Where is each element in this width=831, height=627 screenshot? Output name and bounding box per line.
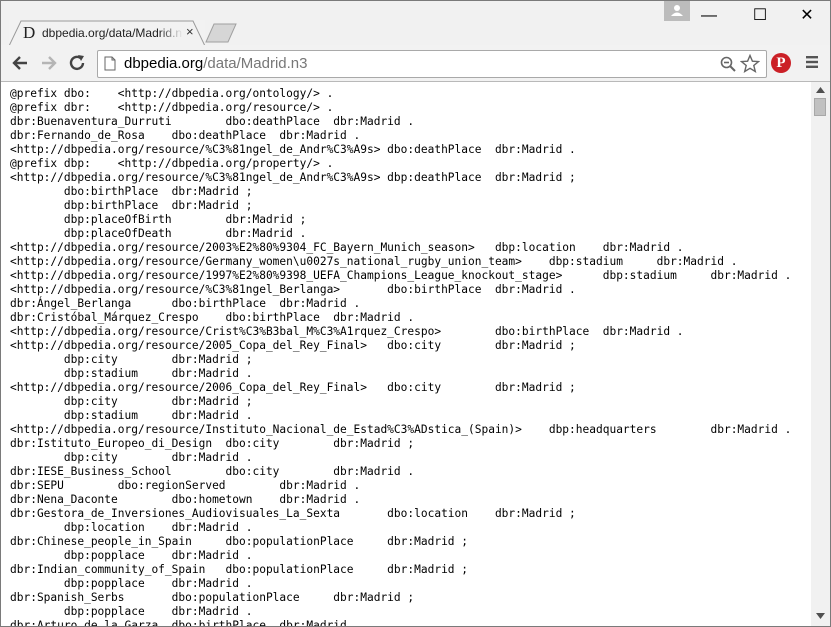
forward-icon[interactable] [39, 53, 59, 73]
page-icon [104, 56, 116, 71]
tab-close-icon[interactable]: × [186, 24, 194, 40]
profile-button[interactable] [664, 1, 690, 21]
scroll-up-arrow-icon[interactable] [816, 87, 825, 93]
n3-line: <http://dbpedia.org/resource/%C3%81ngel_… [10, 283, 576, 296]
menu-icon[interactable] [805, 55, 819, 69]
n3-line: dbr:SEPU dbo:regionServed dbr:Madrid . [10, 479, 361, 492]
url-path: /data/Madrid.n3 [203, 55, 308, 72]
document-content: @prefix dbo: <http://dbpedia.org/ontolog… [1, 82, 811, 626]
star-icon[interactable] [740, 54, 760, 74]
n3-line: dbo:birthPlace dbr:Madrid ; [10, 185, 253, 198]
n3-line: dbr:Gestora_de_Inversiones_Audiovisuales… [10, 507, 576, 520]
scrollbar-thumb[interactable] [814, 98, 826, 116]
n3-line: @prefix dbp: <http://dbpedia.org/propert… [10, 157, 334, 170]
zoom-icon[interactable] [720, 56, 736, 72]
n3-line: <http://dbpedia.org/resource/Instituto_N… [10, 423, 792, 436]
n3-document-text: @prefix dbo: <http://dbpedia.org/ontolog… [10, 87, 791, 626]
n3-line: <http://dbpedia.org/resource/2005_Copa_d… [10, 339, 576, 352]
n3-line: dbp:placeOfDeath dbr:Madrid . [10, 227, 307, 240]
scroll-down-arrow-icon[interactable] [816, 613, 825, 619]
n3-line: <http://dbpedia.org/resource/Germany_wom… [10, 255, 738, 268]
dbpedia-favicon-icon: D [23, 23, 36, 42]
n3-line: dbp:city dbr:Madrid . [10, 451, 253, 464]
n3-line: dbp:stadium dbr:Madrid . [10, 367, 253, 380]
n3-line: dbp:popplace dbr:Madrid . [10, 577, 253, 590]
n3-line: dbp:popplace dbr:Madrid . [10, 549, 253, 562]
n3-line: <http://dbpedia.org/resource/1997%E2%80%… [10, 269, 792, 282]
n3-line: dbp:stadium dbr:Madrid . [10, 409, 253, 422]
active-tab[interactable]: D dbpedia.org/data/Madrid.n3 × [9, 20, 205, 46]
n3-line: <http://dbpedia.org/resource/%C3%81ngel_… [10, 171, 576, 184]
maximize-button[interactable]: ☐ [745, 1, 775, 31]
close-button[interactable]: ✕ [792, 1, 822, 31]
vertical-scrollbar[interactable] [811, 82, 830, 626]
n3-line: dbp:city dbr:Madrid ; [10, 395, 253, 408]
n3-line: dbr:Fernando_de_Rosa dbo:deathPlace dbr:… [10, 129, 361, 142]
browser-window: D dbpedia.org/data/Madrid.n3 × — ☐ ✕ dbp… [0, 0, 831, 627]
profile-icon [671, 5, 683, 16]
n3-line: dbp:city dbr:Madrid ; [10, 353, 253, 366]
url-text[interactable]: dbpedia.org/data/Madrid.n3 [124, 55, 307, 73]
n3-line: dbp:placeOfBirth dbr:Madrid ; [10, 213, 307, 226]
address-bar[interactable]: dbpedia.org/data/Madrid.n3 [97, 50, 767, 78]
n3-line: dbp:birthPlace dbr:Madrid ; [10, 199, 253, 212]
n3-line: <http://dbpedia.org/resource/Crist%C3%B3… [10, 325, 684, 338]
n3-line: <http://dbpedia.org/resource/2006_Copa_d… [10, 381, 576, 394]
n3-line: @prefix dbr: <http://dbpedia.org/resourc… [10, 101, 334, 114]
n3-line: dbr:Arturo_de_la_Garza dbo:birthPlace db… [10, 619, 361, 626]
n3-line: dbr:Buenaventura_Durruti dbo:deathPlace … [10, 115, 415, 128]
url-host: dbpedia.org [124, 55, 204, 72]
minimize-button[interactable]: — [694, 1, 724, 31]
n3-line: dbp:popplace dbr:Madrid . [10, 605, 253, 618]
n3-line: dbr:Istituto_Europeo_di_Design dbo:city … [10, 437, 415, 450]
pinterest-icon[interactable]: P [771, 53, 791, 73]
n3-line: <http://dbpedia.org/resource/%C3%81ngel_… [10, 143, 576, 156]
n3-line: dbr:Cristóbal_Márquez_Crespo dbo:birthPl… [10, 311, 415, 324]
reload-icon[interactable] [67, 53, 87, 73]
n3-line: dbr:Indian_community_of_Spain dbo:popula… [10, 563, 469, 576]
n3-line: dbr:Ángel_Berlanga dbo:birthPlace dbr:Ma… [10, 297, 361, 310]
back-icon[interactable] [10, 53, 30, 73]
n3-line: <http://dbpedia.org/resource/2003%E2%80%… [10, 241, 684, 254]
n3-line: dbp:location dbr:Madrid . [10, 521, 253, 534]
n3-line: @prefix dbo: <http://dbpedia.org/ontolog… [10, 87, 334, 100]
tab-title-fade [159, 24, 183, 42]
n3-line: dbr:Spanish_Serbs dbo:populationPlace db… [10, 591, 415, 604]
new-tab-button[interactable] [204, 23, 240, 43]
title-bar: D dbpedia.org/data/Madrid.n3 × — ☐ ✕ [1, 1, 830, 46]
n3-line: dbr:IESE_Business_School dbo:city dbr:Ma… [10, 465, 415, 478]
n3-line: dbr:Chinese_people_in_Spain dbo:populati… [10, 535, 469, 548]
n3-line: dbr:Nena_Daconte dbo:hometown dbr:Madrid… [10, 493, 361, 506]
navigation-toolbar: dbpedia.org/data/Madrid.n3 P [1, 45, 830, 82]
